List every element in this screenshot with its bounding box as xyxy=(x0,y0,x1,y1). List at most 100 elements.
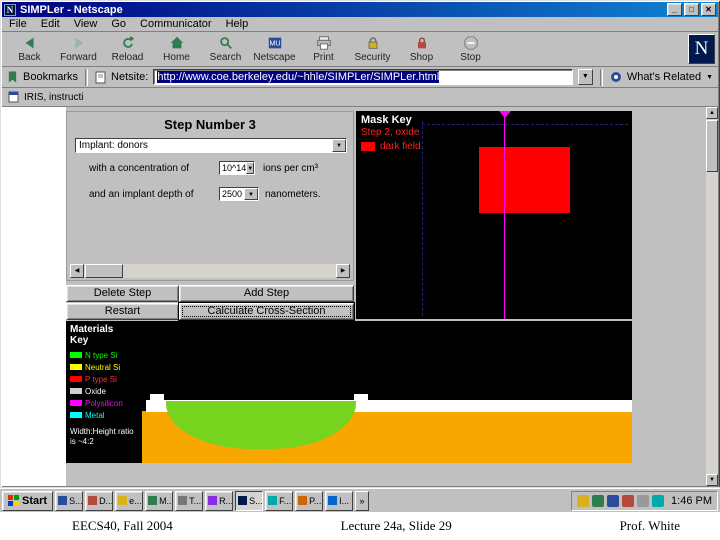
scroll-left-icon[interactable]: ◀ xyxy=(70,264,84,278)
scrollbar-thumb[interactable] xyxy=(85,264,123,278)
task-button-active[interactable]: S... xyxy=(235,490,264,511)
stop-button[interactable]: Stop xyxy=(446,33,495,65)
task-button[interactable]: F... xyxy=(265,490,294,511)
bookmarks-menu[interactable]: Bookmarks xyxy=(23,71,78,83)
page-viewport: Step Number 3 Implant: donors ▼ with a c… xyxy=(2,107,706,486)
url-input[interactable]: http://www.coe.berkeley.edu/~hhle/SIMPLe… xyxy=(153,69,573,85)
security-button[interactable]: Security xyxy=(348,33,397,65)
windows-logo-icon xyxy=(8,495,19,506)
taskbar: Start S... D... e... M... T... R... S...… xyxy=(0,488,720,512)
n-type-swatch xyxy=(70,352,82,358)
mask-key-panel[interactable]: Mask Key Step 2, oxide dark field xyxy=(356,111,632,319)
reload-button[interactable]: Reload xyxy=(103,33,152,65)
neutral-label: Neutral Si xyxy=(85,362,121,372)
page-proxy-icon[interactable] xyxy=(95,71,106,84)
netscape-button[interactable]: MU Netscape xyxy=(250,33,299,65)
task-button[interactable]: R... xyxy=(205,490,234,511)
maximize-button[interactable]: □ xyxy=(684,3,699,16)
whats-related-button[interactable]: What's Related xyxy=(627,71,701,83)
start-button[interactable]: Start xyxy=(2,490,54,511)
taskbar-clock[interactable]: 1:46 PM xyxy=(667,495,712,507)
tray-status-icon[interactable] xyxy=(652,494,665,507)
cursor-marker-icon[interactable] xyxy=(499,111,511,118)
tray-network-icon[interactable] xyxy=(592,494,605,507)
close-button[interactable]: ✕ xyxy=(701,3,716,16)
task-button[interactable]: P... xyxy=(295,490,324,511)
minimize-button[interactable]: _ xyxy=(667,3,682,16)
title-bar[interactable]: N SIMPLer - Netscape _ □ ✕ xyxy=(2,2,718,17)
scroll-up-icon[interactable]: ▲ xyxy=(706,107,718,119)
task-icon xyxy=(148,496,158,505)
scrollbar-thumb[interactable] xyxy=(706,120,718,172)
menu-communicator[interactable]: Communicator xyxy=(133,18,219,30)
tray-antivirus-icon[interactable] xyxy=(622,494,635,507)
depth-select[interactable]: 2500 ▼ xyxy=(219,187,259,201)
personal-bookmark-item[interactable]: IRIS, instructi xyxy=(24,92,83,103)
restart-button[interactable]: Restart xyxy=(66,303,179,320)
home-button[interactable]: Home xyxy=(152,33,201,65)
menu-help[interactable]: Help xyxy=(219,18,256,30)
menu-edit[interactable]: Edit xyxy=(34,18,67,30)
concentration-select[interactable]: 10^14 ▼ xyxy=(219,161,255,175)
tray-display-icon[interactable] xyxy=(607,494,620,507)
cross-section-cursor-line[interactable] xyxy=(504,117,505,319)
stop-label: Stop xyxy=(460,52,481,63)
materials-key-panel: Materials Key N type Si Neutral Si P typ… xyxy=(66,321,142,463)
scroll-right-icon[interactable]: ▶ xyxy=(336,264,350,278)
n-type-label: N type Si xyxy=(85,350,118,360)
search-icon xyxy=(219,37,232,49)
chevron-down-icon[interactable]: ▼ xyxy=(244,188,258,200)
task-icon xyxy=(328,496,338,505)
personal-toolbar: IRIS, instructi xyxy=(2,88,718,107)
grid-line-horizontal xyxy=(422,124,628,125)
task-button[interactable]: T... xyxy=(175,490,204,511)
task-button[interactable]: M... xyxy=(145,490,174,511)
add-step-button[interactable]: Add Step xyxy=(179,285,354,302)
taskbar-overflow-button[interactable]: » xyxy=(355,490,370,511)
search-button[interactable]: Search xyxy=(201,33,250,65)
tray-scheduler-icon[interactable] xyxy=(637,494,650,507)
p-type-label: P type Si xyxy=(85,374,117,384)
task-button[interactable]: I... xyxy=(325,490,354,511)
vertical-scrollbar[interactable]: ▲ ▼ xyxy=(706,107,718,486)
oxide-step-right xyxy=(354,394,368,401)
shop-button[interactable]: Shop xyxy=(397,33,446,65)
scroll-down-icon[interactable]: ▼ xyxy=(706,474,718,486)
back-label: Back xyxy=(18,52,41,63)
print-button[interactable]: Print xyxy=(299,33,348,65)
panel-horizontal-scrollbar[interactable]: ◀ ▶ xyxy=(70,264,350,278)
task-button[interactable]: S... xyxy=(55,490,84,511)
concentration-unit: ions per cm³ xyxy=(263,163,319,174)
back-button[interactable]: Back xyxy=(5,33,54,65)
step-control-panel: Step Number 3 Implant: donors ▼ with a c… xyxy=(66,111,354,281)
task-button[interactable]: D... xyxy=(85,490,114,511)
forward-button[interactable]: Forward xyxy=(54,33,103,65)
task-label: S... xyxy=(69,495,83,506)
dark-field-label: dark field xyxy=(380,141,421,152)
netscape-logo[interactable]: N xyxy=(688,34,715,64)
calculate-cross-section-button[interactable]: Calculate Cross-Section xyxy=(179,303,354,320)
menu-file[interactable]: File xyxy=(2,18,34,30)
mask-rectangle[interactable] xyxy=(479,147,570,213)
chevron-down-icon[interactable]: ▼ xyxy=(246,162,255,174)
netscape-app-icon: N xyxy=(4,3,16,16)
implant-type-select[interactable]: Implant: donors ▼ xyxy=(75,138,347,153)
home-label: Home xyxy=(163,52,190,63)
printer-icon xyxy=(316,36,331,50)
chevron-down-icon[interactable]: ▼ xyxy=(706,74,713,81)
delete-step-button[interactable]: Delete Step xyxy=(66,285,179,302)
task-button[interactable]: e... xyxy=(115,490,144,511)
shop-label: Shop xyxy=(409,52,434,63)
menu-go[interactable]: Go xyxy=(104,18,133,30)
url-text: http://www.coe.berkeley.edu/~hhle/SIMPLe… xyxy=(157,71,440,83)
materials-key-title: Materials Key xyxy=(70,324,114,346)
menu-view[interactable]: View xyxy=(67,18,105,30)
tray-volume-icon[interactable] xyxy=(577,494,590,507)
task-icon xyxy=(88,496,98,505)
bookmark-item-icon xyxy=(8,91,19,103)
url-dropdown-button[interactable]: ▼ xyxy=(577,69,593,85)
lock-icon xyxy=(368,37,377,49)
cross-section-canvas[interactable] xyxy=(142,321,632,463)
chevron-down-icon[interactable]: ▼ xyxy=(332,139,346,152)
reload-label: Reload xyxy=(111,52,144,63)
